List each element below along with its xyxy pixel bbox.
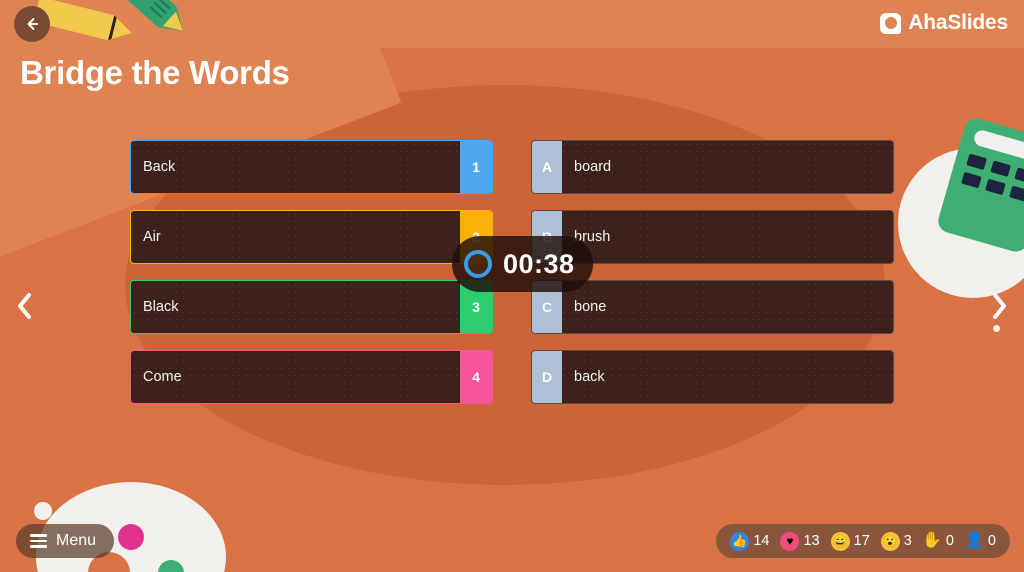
- reaction-count: 17: [853, 533, 870, 549]
- reaction-count: 0: [987, 533, 996, 549]
- reactions-bar: 👍 14 ♥ 13 😄 17 😮 3 ✋ 0 👤 0: [716, 524, 1010, 558]
- pair-right-badge: A: [532, 141, 562, 193]
- palette-dot-white: [34, 502, 52, 520]
- reaction-count: 13: [803, 533, 820, 549]
- pair-left-text: Come: [143, 369, 182, 385]
- timer-ring-icon: [464, 250, 492, 278]
- surprised-face-icon: 😮: [880, 531, 900, 551]
- pair-right-text: brush: [574, 229, 611, 245]
- pair-row-left[interactable]: Come 4: [130, 350, 493, 404]
- pair-left-text: Black: [143, 299, 179, 315]
- pair-row-right[interactable]: D back: [531, 350, 894, 404]
- next-slide-button[interactable]: [982, 288, 1018, 324]
- reaction-count: 0: [945, 533, 954, 549]
- countdown-timer: 00:38: [452, 236, 593, 292]
- reaction-count: 3: [903, 533, 912, 549]
- pair-left-text: Air: [143, 229, 161, 245]
- hamburger-icon: [30, 534, 47, 548]
- pair-right-text: bone: [574, 299, 607, 315]
- reaction-thumbs-up[interactable]: 👍 14: [730, 531, 770, 551]
- pair-right-text: back: [574, 369, 605, 385]
- menu-button[interactable]: Menu: [16, 524, 115, 558]
- left-column: Back 1 Air 2 Black 3 Come 4: [130, 140, 493, 404]
- pair-right-badge: D: [532, 351, 562, 403]
- chevron-right-icon: [993, 293, 1006, 319]
- reaction-laugh[interactable]: 😄 17: [830, 531, 870, 551]
- timer-value: 00:38: [503, 248, 575, 279]
- raised-hand-icon: ✋: [922, 532, 943, 549]
- pair-row-left[interactable]: Air 2: [130, 210, 493, 264]
- pair-row-right[interactable]: C bone: [531, 280, 894, 334]
- pair-left-text: Back: [143, 159, 176, 175]
- reaction-count: 14: [753, 533, 770, 549]
- thumbs-up-icon: 👍: [730, 531, 750, 551]
- pair-left-badge: 1: [460, 141, 492, 193]
- pair-row-left[interactable]: Back 1: [130, 140, 493, 194]
- page-title: Bridge the Words: [20, 54, 290, 91]
- ahaslides-logo: AhaSlides: [880, 11, 1008, 35]
- brand-name: AhaSlides: [908, 11, 1008, 34]
- pair-right-text: board: [574, 159, 612, 175]
- participant-icon: 👤: [964, 532, 985, 549]
- pair-row-left[interactable]: Black 3: [130, 280, 493, 334]
- presentation-slide: To join, go to: ahaslides.com/XNPZM AhaS…: [0, 0, 1024, 572]
- ahaslides-logo-icon: [880, 12, 902, 34]
- palette-dot-pink: [118, 524, 144, 550]
- chevron-left-icon: [18, 293, 31, 319]
- previous-slide-button[interactable]: [6, 288, 42, 324]
- back-button[interactable]: [14, 6, 50, 42]
- menu-label: Menu: [56, 532, 97, 549]
- reaction-wow[interactable]: 😮 3: [880, 531, 912, 551]
- back-arrow-icon: [27, 18, 38, 30]
- reaction-participants[interactable]: 👤 0: [964, 532, 996, 551]
- heart-icon: ♥: [780, 531, 800, 551]
- laughing-face-icon: 😄: [830, 531, 850, 551]
- reaction-raised-hand[interactable]: ✋ 0: [922, 532, 954, 551]
- pair-row-right[interactable]: A board: [531, 140, 894, 194]
- reaction-heart[interactable]: ♥ 13: [780, 531, 820, 551]
- palette-dot-small: [162, 506, 170, 514]
- pair-left-badge: 4: [460, 351, 492, 403]
